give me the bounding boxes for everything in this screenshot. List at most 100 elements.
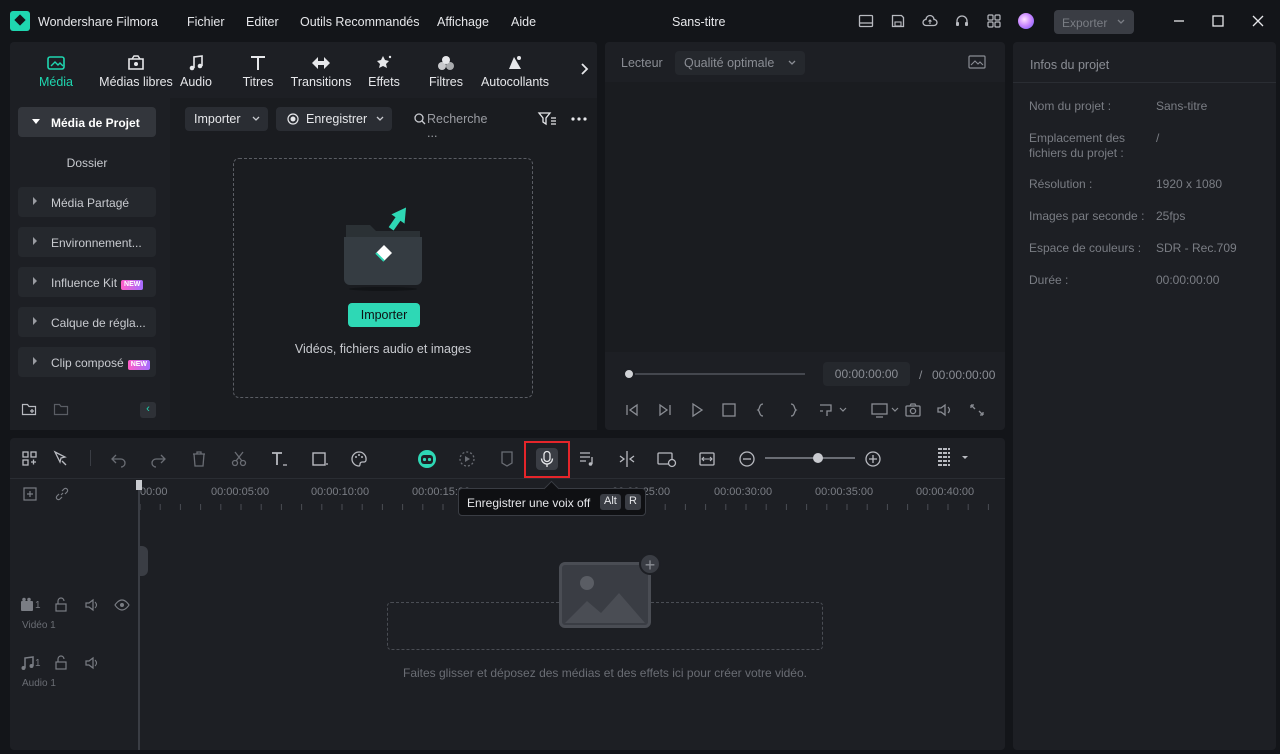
player-screen bbox=[605, 82, 1005, 352]
tab-stock-media[interactable]: Médias libres bbox=[90, 42, 182, 98]
chevron-right-icon[interactable] bbox=[578, 61, 590, 77]
filter-icon[interactable] bbox=[537, 110, 557, 128]
fullscreen-icon[interactable] bbox=[968, 402, 986, 418]
add-track-icon[interactable] bbox=[22, 486, 38, 502]
select-tool-icon[interactable] bbox=[52, 450, 70, 468]
play-icon[interactable] bbox=[688, 402, 706, 418]
crop-icon[interactable] bbox=[311, 450, 329, 468]
delete-icon[interactable] bbox=[190, 450, 208, 468]
cloud-icon[interactable] bbox=[922, 13, 938, 29]
scissors-icon[interactable] bbox=[230, 450, 248, 468]
sidebar-item-compound-clip[interactable]: Clip composé NEW bbox=[18, 347, 156, 377]
link-icon[interactable] bbox=[54, 486, 70, 502]
palette-icon[interactable] bbox=[350, 450, 368, 468]
media-dropzone[interactable]: Importer Vidéos, fichiers audio et image… bbox=[233, 158, 533, 398]
new-folder-icon[interactable] bbox=[21, 401, 37, 417]
split-icon[interactable] bbox=[618, 450, 636, 468]
close-icon[interactable] bbox=[1250, 13, 1266, 29]
sidebar-item-folder[interactable]: Dossier bbox=[18, 156, 156, 170]
tab-stickers[interactable]: Autocollants bbox=[478, 42, 552, 98]
more-icon[interactable] bbox=[570, 113, 588, 125]
lock-icon[interactable] bbox=[53, 597, 69, 613]
zoom-in-icon[interactable] bbox=[864, 450, 882, 468]
track-view-icon[interactable] bbox=[936, 447, 970, 469]
collapse-sidebar-button[interactable]: ‹ bbox=[140, 402, 156, 418]
search-input[interactable]: Recherche ... bbox=[427, 112, 487, 140]
sidebar-item-environment[interactable]: Environnement... bbox=[18, 227, 156, 257]
zoom-slider-handle[interactable] bbox=[813, 453, 823, 463]
redo-icon[interactable] bbox=[149, 450, 167, 468]
camera-icon[interactable] bbox=[904, 402, 922, 418]
headset-icon[interactable] bbox=[954, 13, 970, 29]
scrub-bar[interactable] bbox=[627, 373, 805, 375]
maximize-icon[interactable] bbox=[1210, 13, 1226, 29]
speaker-icon[interactable] bbox=[84, 655, 100, 671]
fit-icon[interactable] bbox=[698, 450, 716, 468]
zoom-slider[interactable] bbox=[765, 457, 855, 459]
current-time[interactable]: 00:00:00:00 bbox=[823, 362, 910, 386]
next-frame-icon[interactable] bbox=[656, 402, 674, 418]
insert-marker-icon[interactable] bbox=[818, 402, 848, 418]
snapshot-view-icon[interactable] bbox=[968, 55, 986, 69]
layout-icon[interactable] bbox=[858, 13, 874, 29]
menu-affichage[interactable]: Affichage bbox=[437, 15, 489, 29]
ruler-label: 00:00 bbox=[140, 486, 168, 498]
info-value: 1920 x 1080 bbox=[1156, 177, 1223, 191]
keyframe-icon[interactable] bbox=[657, 450, 677, 468]
lock-icon[interactable] bbox=[53, 655, 69, 671]
track-number: 1 bbox=[35, 658, 41, 669]
record-dropdown[interactable]: Enregistrer bbox=[276, 107, 392, 131]
time-separator: / bbox=[919, 368, 923, 382]
sidebar-item-adjustment-layer[interactable]: Calque de régla... bbox=[18, 307, 156, 337]
menu-aide[interactable]: Aide bbox=[511, 15, 536, 29]
menu-fichier[interactable]: Fichier bbox=[187, 15, 225, 29]
playhead-handle[interactable] bbox=[136, 480, 142, 490]
sidebar-item-influence-kit[interactable]: Influence Kit NEW bbox=[18, 267, 156, 297]
track-header-handle[interactable] bbox=[138, 546, 148, 576]
ai-assistant-icon[interactable] bbox=[417, 449, 437, 469]
menu-editer[interactable]: Editer bbox=[246, 15, 279, 29]
menu-outils[interactable]: Outils Recommandés bbox=[300, 15, 420, 29]
mark-out-icon[interactable] bbox=[784, 402, 802, 418]
export-button[interactable]: Exporter bbox=[1054, 10, 1134, 34]
save-icon[interactable] bbox=[890, 13, 906, 29]
tab-effects[interactable]: Effets bbox=[364, 42, 404, 98]
tab-audio[interactable]: Audio bbox=[175, 42, 217, 98]
text-tool-icon[interactable] bbox=[270, 450, 288, 468]
quality-dropdown[interactable]: Qualité optimale bbox=[675, 51, 805, 75]
tab-titles[interactable]: Titres bbox=[238, 42, 278, 98]
import-button[interactable]: Importer bbox=[348, 303, 420, 327]
folder-icon[interactable] bbox=[53, 401, 69, 417]
undo-icon[interactable] bbox=[110, 450, 128, 468]
mark-in-icon[interactable] bbox=[752, 402, 770, 418]
toolbar-divider bbox=[90, 450, 91, 466]
sidebar-item-label: Clip composé bbox=[51, 356, 124, 370]
playhead[interactable] bbox=[138, 480, 140, 750]
eye-icon[interactable] bbox=[114, 597, 130, 613]
zoom-out-icon[interactable] bbox=[738, 450, 756, 468]
auto-reframe-icon[interactable] bbox=[458, 450, 476, 468]
volume-icon[interactable] bbox=[936, 402, 954, 418]
music-icon bbox=[189, 55, 203, 71]
tab-transitions[interactable]: Transitions bbox=[290, 42, 352, 98]
grid-icon[interactable] bbox=[986, 13, 1002, 29]
tab-label: Médias libres bbox=[99, 75, 173, 89]
audio-sync-icon[interactable] bbox=[578, 450, 596, 468]
speaker-icon[interactable] bbox=[84, 597, 100, 613]
tab-filters[interactable]: Filtres bbox=[426, 42, 466, 98]
avatar[interactable] bbox=[1018, 13, 1034, 29]
sidebar-item-shared-media[interactable]: Média Partagé bbox=[18, 187, 156, 217]
tab-media[interactable]: Média bbox=[30, 42, 82, 98]
previous-frame-icon[interactable] bbox=[623, 402, 641, 418]
stop-icon[interactable] bbox=[720, 402, 738, 418]
caret-right-icon bbox=[33, 357, 37, 365]
layout-grid-icon[interactable] bbox=[21, 450, 39, 468]
minimize-icon[interactable] bbox=[1171, 13, 1187, 29]
scrub-handle[interactable] bbox=[623, 368, 635, 380]
display-icon[interactable] bbox=[871, 402, 901, 418]
sidebar-item-project-media[interactable]: Média de Projet bbox=[18, 107, 156, 137]
total-time: 00:00:00:00 bbox=[932, 368, 996, 382]
import-dropdown[interactable]: Importer bbox=[185, 107, 268, 131]
marker-icon[interactable] bbox=[498, 450, 516, 468]
ruler-label: 00:00:05:00 bbox=[211, 486, 270, 498]
